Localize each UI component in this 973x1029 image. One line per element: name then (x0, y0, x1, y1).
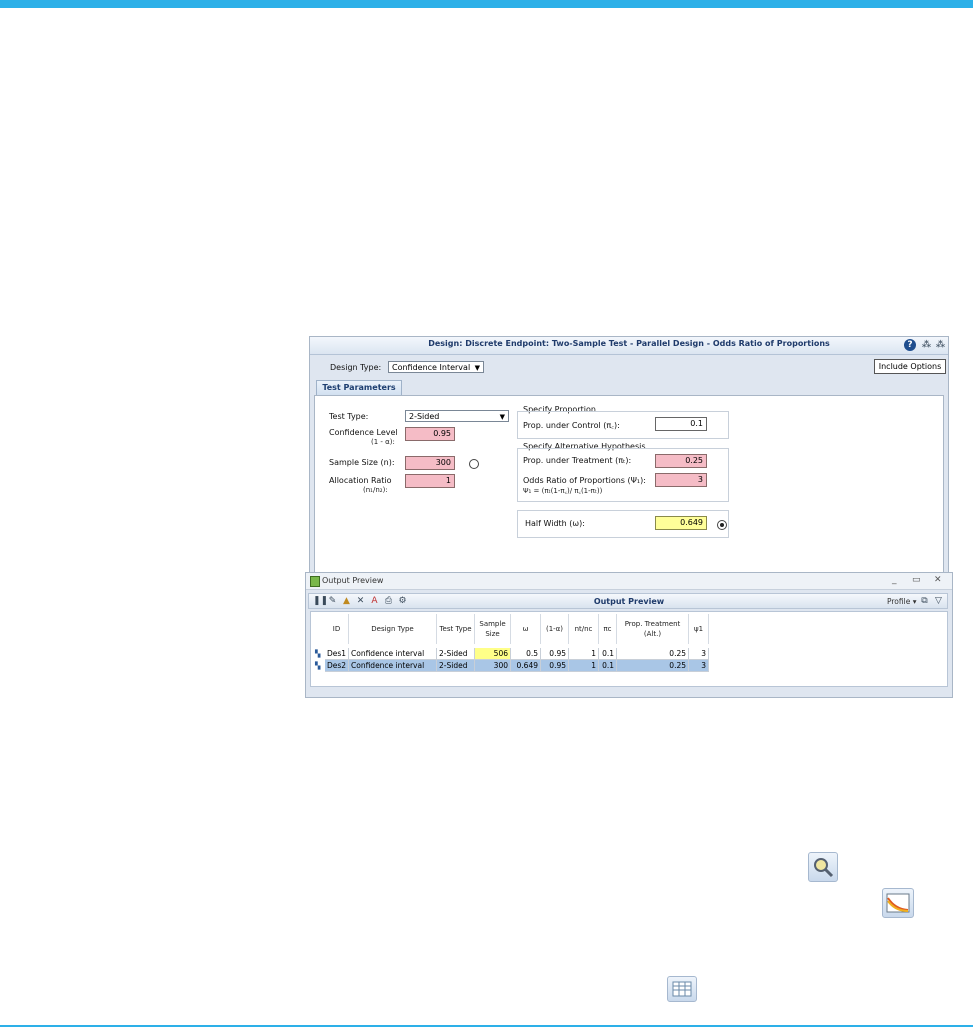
column-header[interactable]: ID (325, 614, 349, 644)
design-type-label: Design Type: (330, 363, 382, 372)
filter-icon[interactable]: ▽ (933, 596, 944, 607)
table-cell: 0.649 (511, 660, 541, 672)
maximize-icon[interactable]: ⁂ (934, 339, 946, 351)
design-title-bar: Design: Discrete Endpoint: Two-Sample Te… (310, 337, 948, 355)
column-header[interactable]: nt/nc (569, 614, 599, 644)
column-header[interactable]: ω (511, 614, 541, 644)
table-icon[interactable] (667, 976, 697, 1002)
chevron-down-icon: ▼ (499, 413, 505, 421)
table-cell: 506 (475, 648, 511, 660)
table-cell: Confidence interval (349, 660, 437, 672)
table-cell: Des1 (325, 648, 349, 660)
restore-icon[interactable]: ⁂ (920, 339, 932, 351)
output-preview-heading: Output Preview (593, 597, 665, 606)
columns-icon[interactable]: ⧉ (919, 596, 930, 607)
table-cell: 0.25 (617, 660, 689, 672)
table-cell: 2-Sided (437, 648, 475, 660)
minimize-icon[interactable]: _ (892, 575, 897, 585)
table-cell: 0.95 (541, 648, 569, 660)
column-header[interactable]: Design Type (349, 614, 437, 644)
allocation-ratio-input[interactable]: 1 (405, 474, 455, 488)
allocation-ratio-sub: (n₁/n₂): (363, 486, 388, 494)
output-table: ID Design Type Test Type Sample Size ω (… (310, 611, 948, 687)
column-header[interactable]: Prop. Treatment (Alt.) (617, 614, 689, 644)
design-type-select[interactable]: Confidence Interval ▼ (388, 361, 484, 373)
table-cell: 3 (689, 648, 709, 660)
half-width-input[interactable]: 0.649 (655, 516, 707, 530)
table-cell: 3 (689, 660, 709, 672)
sample-size-label: Sample Size (n): (329, 458, 395, 467)
table-cell: 0.25 (617, 648, 689, 660)
profile-menu[interactable]: Profile ▾ (887, 597, 916, 606)
prop-treatment-input[interactable]: 0.25 (655, 454, 707, 468)
top-accent-bar (0, 0, 973, 8)
chevron-down-icon: ▼ (474, 364, 480, 372)
column-header[interactable]: ψ1 (689, 614, 709, 644)
test-type-select[interactable]: 2-Sided ▼ (405, 410, 509, 422)
half-width-radio[interactable] (717, 520, 727, 530)
sample-size-radio[interactable] (469, 459, 479, 469)
table-cell: 1 (569, 660, 599, 672)
prop-control-input[interactable]: 0.1 (655, 417, 707, 431)
close-icon[interactable]: ✕ (934, 575, 942, 585)
output-window-icon (310, 576, 320, 587)
design-type-value: Confidence Interval (392, 363, 471, 372)
output-toolbar: ❚❚ ✎ ▲ ✕ A ⎙ ⚙ Output Preview Profile ▾ … (308, 593, 948, 609)
test-type-value: 2-Sided (409, 412, 440, 421)
profile-label: Profile (887, 597, 911, 606)
column-header[interactable]: Test Type (437, 614, 475, 644)
magnifier-icon[interactable] (808, 852, 838, 882)
output-window-title: Output Preview (322, 576, 384, 585)
table-row[interactable]: ▚ Des2 Confidence interval 2-Sided 300 0… (311, 660, 709, 672)
table-cell: 2-Sided (437, 660, 475, 672)
column-header[interactable]: πc (599, 614, 617, 644)
half-width-label: Half Width (ω): (525, 519, 585, 528)
odds-formula: Ψ₁ = (πₜ(1-π꜀)/ π꜀(1-πₜ)) (523, 487, 603, 495)
table-cell: Des2 (325, 660, 349, 672)
output-preview-window: Output Preview _ ▭ ✕ ❚❚ ✎ ▲ ✕ A ⎙ ⚙ Outp… (305, 572, 953, 698)
table-cell: 0.5 (511, 648, 541, 660)
design-row-icon: ▚ (315, 650, 321, 658)
allocation-ratio-label: Allocation Ratio (329, 476, 392, 485)
tab-test-parameters[interactable]: Test Parameters (316, 380, 402, 395)
maximize-icon[interactable]: ▭ (912, 575, 921, 585)
prop-treatment-label: Prop. under Treatment (πₜ): (523, 456, 632, 465)
help-icon[interactable]: ? (904, 339, 916, 351)
bottom-accent-line (0, 1025, 973, 1027)
design-row-icon: ▚ (315, 662, 321, 670)
design-window: Design: Discrete Endpoint: Two-Sample Te… (309, 336, 949, 574)
table-cell: 0.1 (599, 660, 617, 672)
test-type-label: Test Type: (329, 412, 369, 421)
table-cell: Confidence interval (349, 648, 437, 660)
chart-plot-icon[interactable] (882, 888, 914, 918)
output-preview-title-bar: Output Preview _ ▭ ✕ (306, 573, 952, 590)
sample-size-input[interactable]: 300 (405, 456, 455, 470)
table-cell: 0.95 (541, 660, 569, 672)
table-cell: 300 (475, 660, 511, 672)
test-parameters-panel: Test Type: 2-Sided ▼ Confidence Level (1… (314, 395, 944, 573)
include-options-button[interactable]: Include Options (874, 359, 946, 374)
table-cell: 1 (569, 648, 599, 660)
table-row[interactable]: ▚ Des1 Confidence interval 2-Sided 506 0… (311, 648, 709, 660)
prop-control-label: Prop. under Control (π꜀): (523, 421, 620, 430)
confidence-level-sub: (1 - α): (371, 438, 395, 446)
column-header[interactable]: (1-α) (541, 614, 569, 644)
odds-ratio-input[interactable]: 3 (655, 473, 707, 487)
table-cell: 0.1 (599, 648, 617, 660)
column-header[interactable]: Sample Size (475, 614, 511, 644)
odds-ratio-label: Odds Ratio of Proportions (Ψ₁): (523, 476, 646, 485)
design-title: Design: Discrete Endpoint: Two-Sample Te… (428, 339, 830, 348)
confidence-level-input[interactable]: 0.95 (405, 427, 455, 441)
confidence-level-label: Confidence Level (329, 428, 398, 437)
